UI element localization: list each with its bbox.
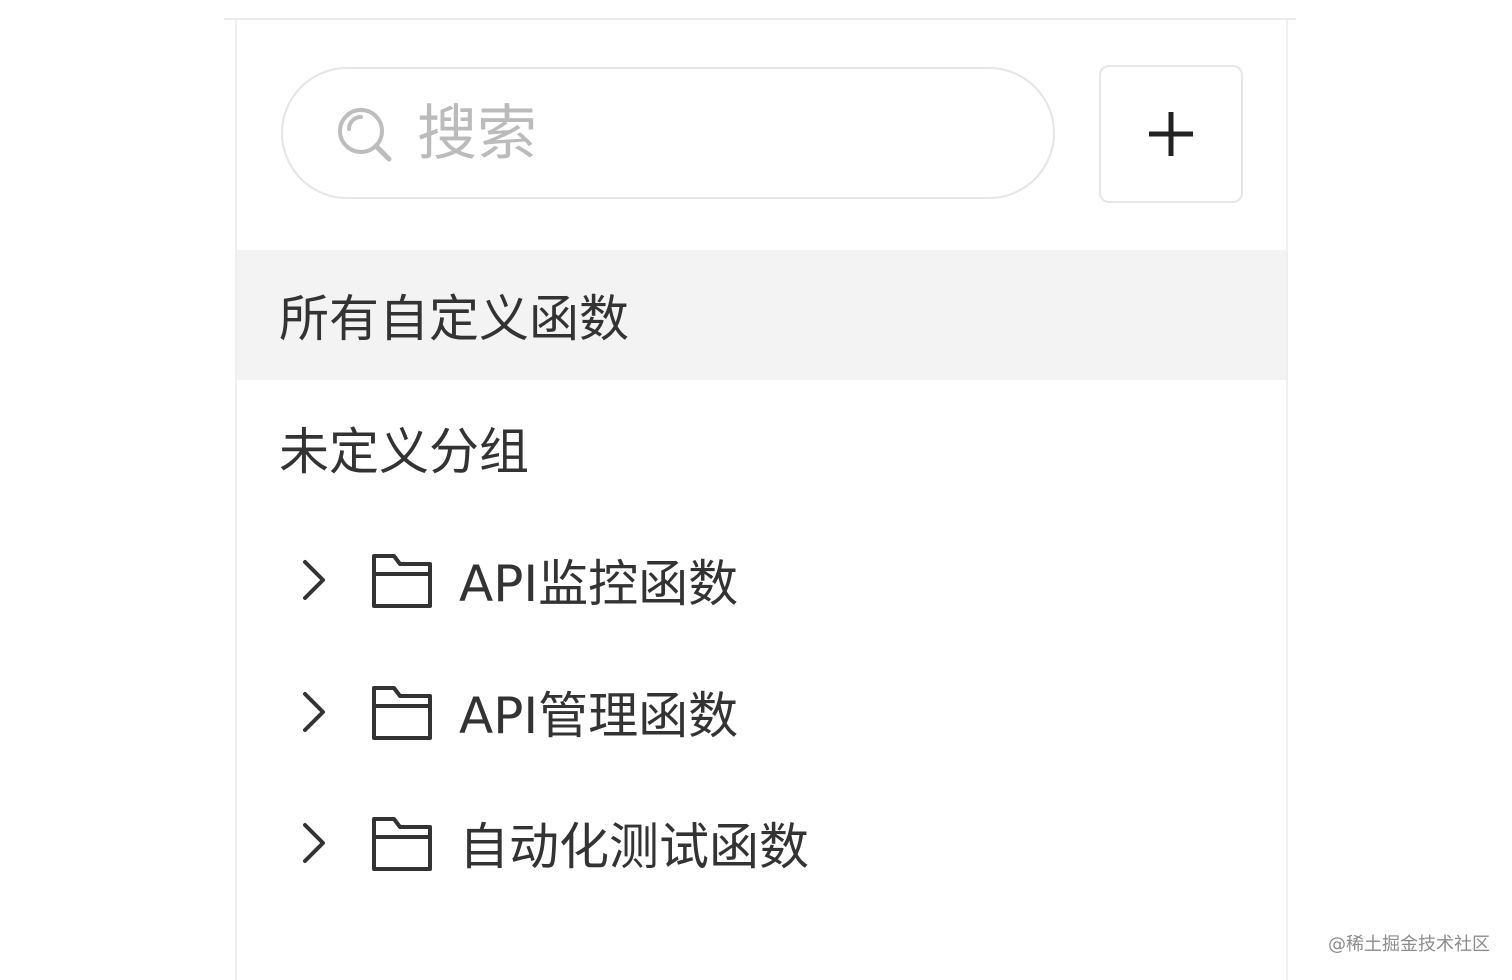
folder-icon <box>372 686 432 740</box>
undefined-group-item[interactable]: 未定义分组 <box>237 383 1286 513</box>
chevron-right-icon[interactable] <box>299 688 329 736</box>
folder-label: API管理函数 <box>459 687 739 745</box>
folder-label: API监控函数 <box>459 555 739 613</box>
undefined-group-label: 未定义分组 <box>279 423 529 481</box>
search-icon <box>338 108 392 162</box>
page: 所有自定义函数 未定义分组 API监控函数 AP <box>0 0 1512 980</box>
folder-item-api-monitor[interactable]: API监控函数 <box>237 515 1286 645</box>
folder-icon <box>372 817 432 871</box>
search-box[interactable] <box>281 67 1055 199</box>
function-sidebar: 所有自定义函数 未定义分组 API监控函数 AP <box>235 20 1288 980</box>
folder-icon <box>372 554 432 608</box>
folder-item-automation-test[interactable]: 自动化测试函数 <box>237 778 1286 908</box>
folder-item-api-manage[interactable]: API管理函数 <box>237 647 1286 777</box>
watermark-text: @稀土掘金技术社区 <box>1328 934 1490 955</box>
search-input[interactable] <box>417 91 1017 177</box>
add-function-button[interactable] <box>1099 65 1243 203</box>
folder-label: 自动化测试函数 <box>459 818 809 876</box>
chevron-right-icon[interactable] <box>299 819 329 867</box>
chevron-right-icon[interactable] <box>299 556 329 604</box>
all-functions-item[interactable]: 所有自定义函数 <box>237 250 1286 380</box>
plus-icon <box>1149 112 1193 156</box>
all-functions-label: 所有自定义函数 <box>279 290 629 348</box>
